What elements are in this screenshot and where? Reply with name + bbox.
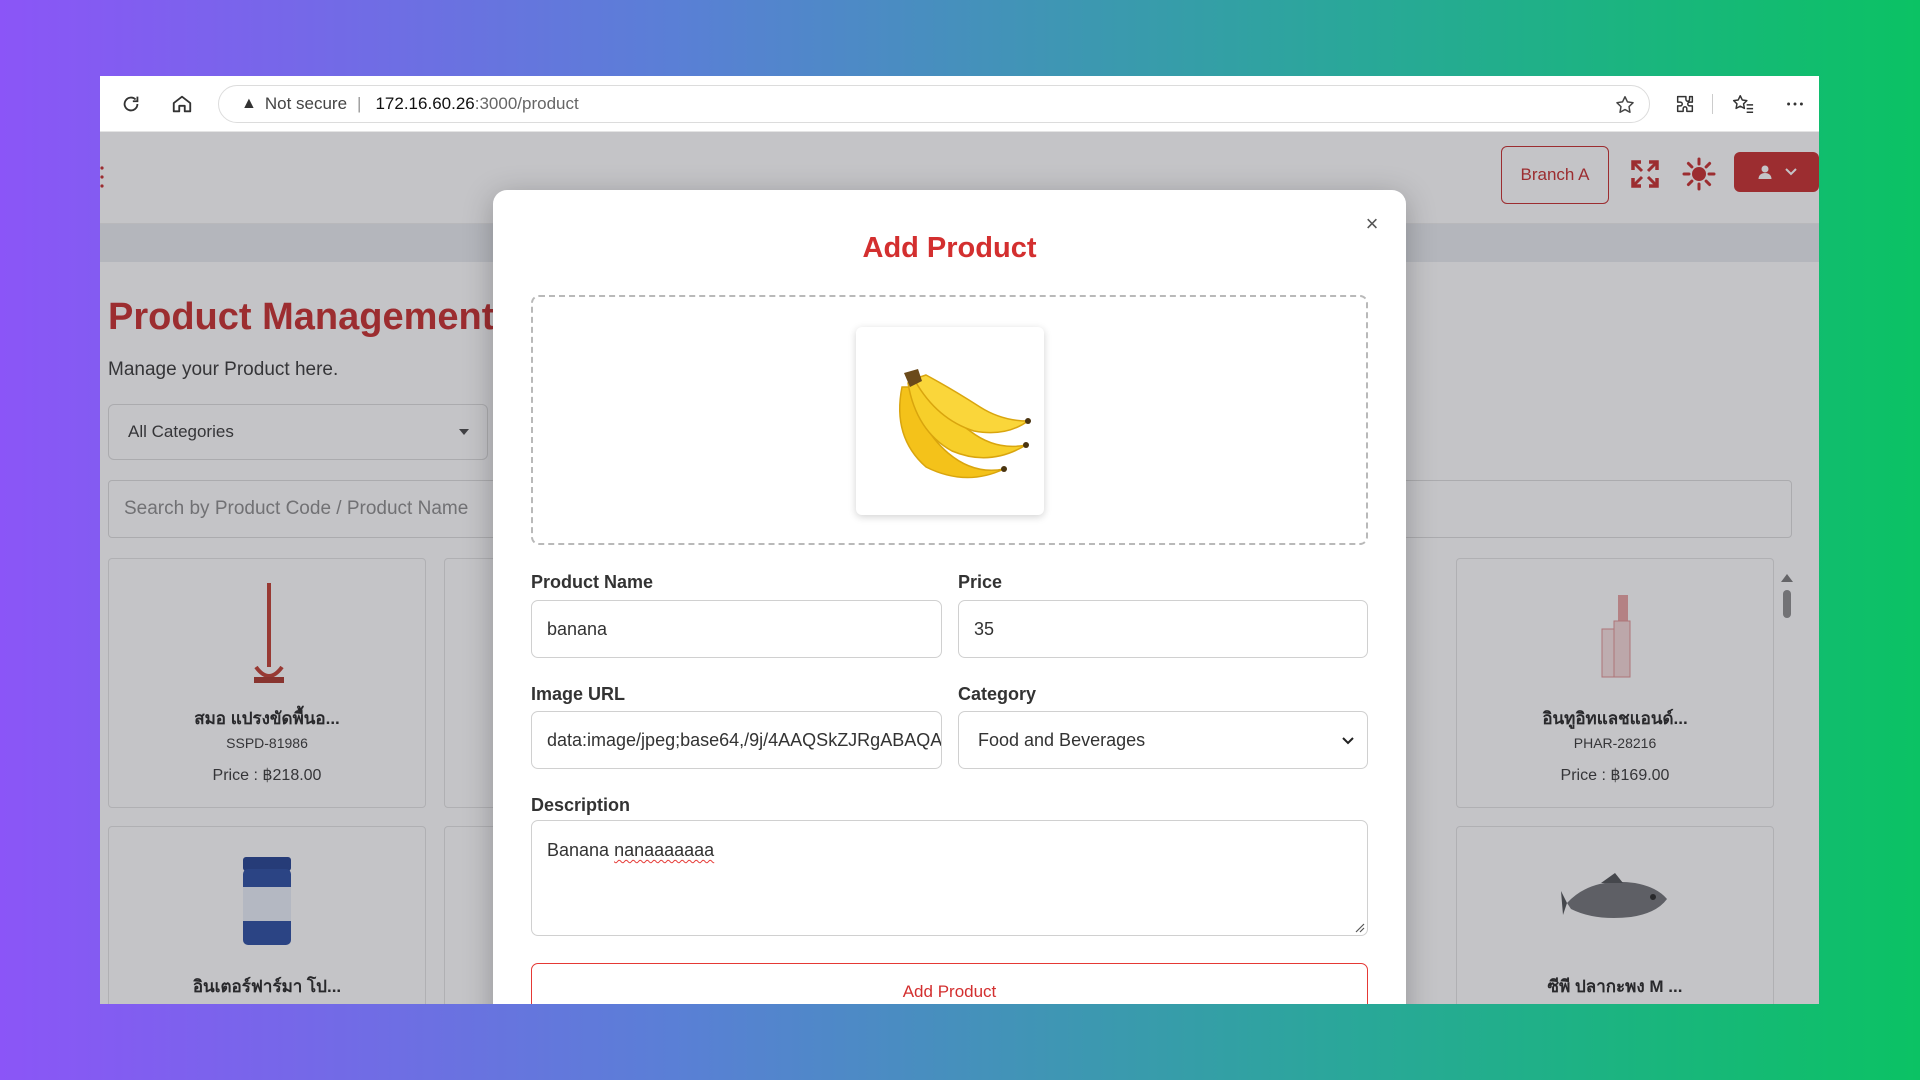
image-preview <box>856 327 1044 515</box>
browser-window: ▲ Not secure | 172.16.60.26:3000/product… <box>100 76 1819 1004</box>
address-divider: | <box>357 94 362 113</box>
extensions-icon[interactable] <box>1667 86 1703 122</box>
add-product-button[interactable]: Add Product <box>531 963 1368 1004</box>
resize-handle-icon[interactable] <box>1353 921 1365 933</box>
description-word: Banana <box>547 840 610 860</box>
favorites-icon[interactable] <box>1725 86 1761 122</box>
product-name-field[interactable]: banana <box>531 600 942 658</box>
modal-title: Add Product <box>862 232 1037 264</box>
description-label: Description <box>531 795 631 815</box>
browser-toolbar: ▲ Not secure | 172.16.60.26:3000/product <box>100 76 1819 132</box>
url-host: 172.16.60.26 <box>375 94 475 113</box>
add-product-modal: × Add Product Product Name banana Price … <box>493 190 1406 1004</box>
address-bar[interactable]: ▲ Not secure | 172.16.60.26:3000/product <box>218 85 1650 123</box>
star-icon[interactable] <box>1611 91 1639 119</box>
warning-icon: ▲ <box>241 95 257 112</box>
description-field[interactable]: Banana nanaaaaaaa <box>531 820 1368 936</box>
home-icon[interactable] <box>164 86 200 122</box>
reload-icon[interactable] <box>113 86 149 122</box>
chevron-down-icon <box>1342 737 1354 745</box>
security-status[interactable]: Not secure <box>265 94 347 114</box>
description-misspelled-word: nanaaaaaaa <box>614 840 715 860</box>
more-icon[interactable] <box>1777 86 1813 122</box>
url-path: :3000/product <box>474 94 579 113</box>
category-select-value: Food and Beverages <box>978 729 1146 750</box>
description-text: Banana nanaaaaaaa <box>547 840 714 860</box>
image-url-field[interactable]: data:image/jpeg;base64,/9j/4AAQSkZJRgABA… <box>531 711 942 769</box>
image-url-label: Image URL <box>531 684 626 704</box>
price-field[interactable]: 35 <box>958 600 1368 658</box>
toolbar-divider <box>1712 94 1713 114</box>
image-dropzone[interactable] <box>531 295 1368 545</box>
price-label: Price <box>958 572 1003 592</box>
product-name-label: Product Name <box>531 572 654 592</box>
category-select[interactable]: Food and Beverages <box>958 711 1368 769</box>
banana-image <box>899 369 1031 479</box>
app-page: Branch A Product Management Manage your … <box>100 132 1819 1004</box>
category-label: Category <box>958 684 1037 704</box>
